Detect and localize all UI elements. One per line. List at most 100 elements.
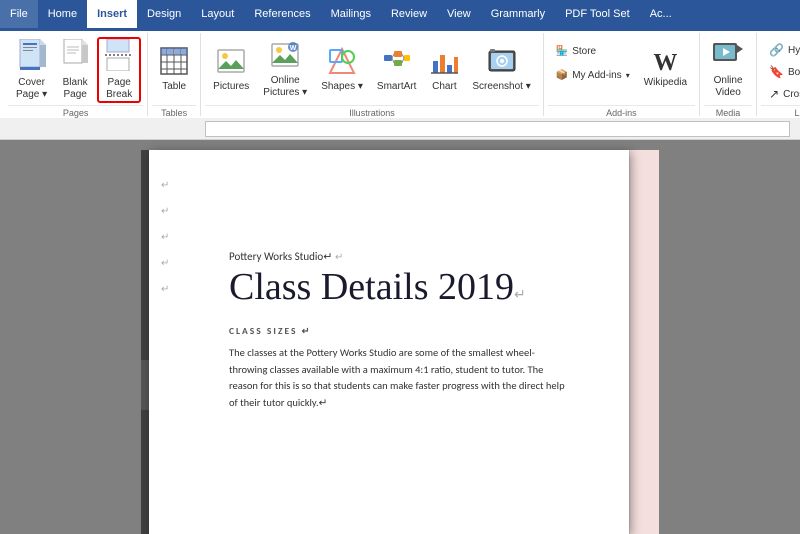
ribbon-group-media: OnlineVideo Media xyxy=(700,33,757,116)
blank-page-label: BlankPage xyxy=(63,77,88,101)
svg-text:W: W xyxy=(290,45,297,52)
bookmark-icon: 🔖 xyxy=(769,65,784,79)
tab-references[interactable]: References xyxy=(244,0,320,28)
links-group-label: Links xyxy=(761,105,800,120)
my-addins-button[interactable]: 📦 My Add-ins ▾ xyxy=(550,65,636,85)
hyperlink-icon: 🔗 xyxy=(769,43,784,57)
illustrations-group-label: Illustrations xyxy=(205,105,539,120)
document-area: ↵ ↵ ↵ ↵ ↵ Pottery Works Studio↵ ↵ Class … xyxy=(0,140,800,534)
cross-ref-icon: ↗ xyxy=(769,87,779,101)
document-title: Class Details 2019↵ xyxy=(229,267,589,309)
bookmark-label: Bookmark xyxy=(788,67,800,78)
pictures-label: Pictures xyxy=(213,81,249,93)
cover-page-icon xyxy=(18,39,46,75)
online-video-icon xyxy=(712,41,744,73)
ribbon-group-tables: Table Tables xyxy=(148,33,201,116)
chart-label: Chart xyxy=(432,81,456,93)
chart-button[interactable]: Chart xyxy=(424,37,464,103)
tab-file[interactable]: File xyxy=(0,0,38,28)
addins-group-label: Add-ins xyxy=(548,105,695,120)
tab-review[interactable]: Review xyxy=(381,0,437,28)
tab-ac[interactable]: Ac... xyxy=(640,0,682,28)
chart-icon xyxy=(430,47,458,79)
store-button[interactable]: 🏪 Store xyxy=(550,41,636,61)
wikipedia-icon: W xyxy=(653,51,677,75)
smartart-button[interactable]: SmartArt xyxy=(371,37,422,103)
application-window: File Home Insert Design Layout Reference… xyxy=(0,0,800,534)
tables-group-label: Tables xyxy=(152,105,196,120)
document-page: ↵ ↵ ↵ ↵ ↵ Pottery Works Studio↵ ↵ Class … xyxy=(149,150,629,534)
store-label: Store xyxy=(572,46,596,57)
tab-layout[interactable]: Layout xyxy=(191,0,244,28)
shapes-label: Shapes ▾ xyxy=(321,81,363,93)
blank-page-button[interactable]: BlankPage xyxy=(55,37,95,103)
cover-page-label: CoverPage ▾ xyxy=(16,77,47,101)
pages-group-label: Pages xyxy=(8,105,143,120)
table-label: Table xyxy=(162,81,186,93)
wikipedia-button[interactable]: W Wikipedia xyxy=(638,37,693,103)
addins-small-col: 🏪 Store 📦 My Add-ins ▾ xyxy=(550,37,636,103)
tab-grammarly[interactable]: Grammarly xyxy=(481,0,555,28)
table-icon xyxy=(160,47,188,79)
pictures-button[interactable]: Pictures xyxy=(207,37,255,103)
ribbon-group-illustrations-items: Pictures W OnlinePictures ▾ xyxy=(205,33,539,105)
store-icon: 🏪 xyxy=(556,46,568,57)
links-small-col: 🔗 Hyperlink 🔖 Bookmark ↗ Cross-refer... xyxy=(763,37,800,103)
document-subtitle: Pottery Works Studio↵ ↵ xyxy=(229,250,589,263)
document-body: The classes at the Pottery Works Studio … xyxy=(229,345,569,412)
tab-home[interactable]: Home xyxy=(38,0,87,28)
smartart-label: SmartArt xyxy=(377,81,416,93)
ribbon-group-pages-items: CoverPage ▾ BlankPage xyxy=(8,33,143,105)
screenshot-button[interactable]: Screenshot ▾ xyxy=(466,37,536,103)
cross-ref-label: Cross-refer... xyxy=(783,89,800,100)
tab-pdf-tool-set[interactable]: PDF Tool Set xyxy=(555,0,640,28)
ribbon-group-tables-items: Table xyxy=(152,33,196,105)
ribbon-group-illustrations: Pictures W OnlinePictures ▾ xyxy=(201,33,544,116)
ribbon-group-addins-items: 🏪 Store 📦 My Add-ins ▾ W Wikipedia xyxy=(548,33,695,105)
document-section-label: CLASS SIZES ↵ xyxy=(229,325,589,337)
shapes-button[interactable]: Shapes ▾ xyxy=(315,37,369,103)
smartart-icon xyxy=(383,47,411,79)
tab-design[interactable]: Design xyxy=(137,0,191,28)
tab-view[interactable]: View xyxy=(437,0,481,28)
ribbon-group-pages: CoverPage ▾ BlankPage xyxy=(4,33,148,116)
cover-page-button[interactable]: CoverPage ▾ xyxy=(10,37,53,103)
blank-page-icon xyxy=(62,39,88,75)
ribbon-group-media-items: OnlineVideo xyxy=(704,33,752,105)
wikipedia-label: Wikipedia xyxy=(644,77,687,89)
tab-mailings[interactable]: Mailings xyxy=(321,0,381,28)
shapes-icon xyxy=(328,47,356,79)
media-group-label: Media xyxy=(704,105,752,120)
online-video-label: OnlineVideo xyxy=(714,75,743,99)
screenshot-label: Screenshot ▾ xyxy=(472,81,530,93)
ribbon-group-links-items: 🔗 Hyperlink 🔖 Bookmark ↗ Cross-refer... xyxy=(761,33,800,105)
page-break-icon xyxy=(105,39,133,75)
my-addins-icon: 📦 xyxy=(556,70,568,81)
hyperlink-button[interactable]: 🔗 Hyperlink xyxy=(763,41,800,59)
ruler xyxy=(205,121,790,137)
ruler-area xyxy=(0,118,800,140)
screenshot-icon xyxy=(488,47,516,79)
online-pictures-label: OnlinePictures ▾ xyxy=(263,75,307,99)
online-video-button[interactable]: OnlineVideo xyxy=(706,37,750,103)
my-addins-arrow: ▾ xyxy=(626,71,630,80)
bookmark-button[interactable]: 🔖 Bookmark xyxy=(763,63,800,81)
table-button[interactable]: Table xyxy=(154,37,194,103)
ribbon-group-addins: 🏪 Store 📦 My Add-ins ▾ W Wikipedia Add-i… xyxy=(544,33,700,116)
online-pictures-icon: W xyxy=(271,41,299,73)
document-wrapper: ↵ ↵ ↵ ↵ ↵ Pottery Works Studio↵ ↵ Class … xyxy=(141,150,659,534)
ribbon: CoverPage ▾ BlankPage xyxy=(0,28,800,118)
ribbon-group-links: 🔗 Hyperlink 🔖 Bookmark ↗ Cross-refer... … xyxy=(757,33,800,116)
my-addins-label: My Add-ins xyxy=(572,70,621,81)
body-text: The classes at the Pottery Works Studio … xyxy=(229,346,565,409)
page-break-label: PageBreak xyxy=(106,77,132,101)
ribbon-tab-bar: File Home Insert Design Layout Reference… xyxy=(0,0,800,28)
section-label-text: CLASS SIZES ↵ xyxy=(229,325,312,337)
page-break-button[interactable]: PageBreak xyxy=(97,37,141,103)
cross-reference-button[interactable]: ↗ Cross-refer... xyxy=(763,85,800,103)
tab-insert[interactable]: Insert xyxy=(87,0,137,28)
subtitle-text: Pottery Works Studio↵ xyxy=(229,250,332,263)
pictures-icon xyxy=(217,47,245,79)
online-pictures-button[interactable]: W OnlinePictures ▾ xyxy=(257,37,313,103)
hyperlink-label: Hyperlink xyxy=(788,45,800,56)
